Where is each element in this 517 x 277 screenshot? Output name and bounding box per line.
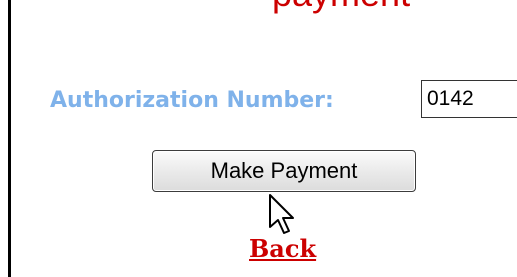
make-payment-button[interactable]: Make Payment — [152, 150, 416, 192]
authorization-number-label: Authorization Number: — [50, 88, 334, 113]
mouse-pointer-icon — [269, 194, 294, 234]
left-border — [8, 0, 11, 277]
authorization-number-input[interactable] — [421, 80, 517, 118]
page-heading: payment — [272, 0, 410, 12]
back-link[interactable]: Back — [249, 234, 316, 264]
payment-page: payment Authorization Number: Make Payme… — [0, 0, 517, 277]
